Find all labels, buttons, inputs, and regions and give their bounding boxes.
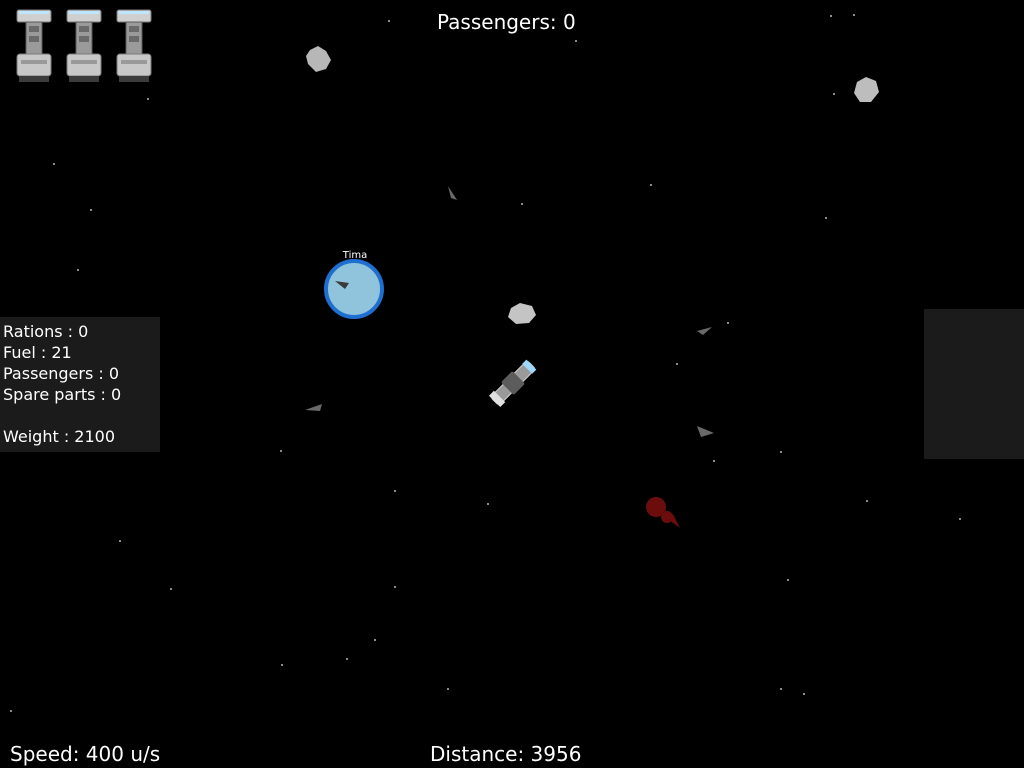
star [833, 93, 835, 95]
star [713, 460, 715, 462]
fuel-stat: Fuel : 21 [3, 343, 72, 362]
star [394, 586, 396, 588]
star [727, 322, 729, 324]
star [853, 14, 855, 16]
star [374, 639, 376, 641]
player-ship[interactable] [488, 358, 537, 408]
star [787, 579, 789, 581]
star [90, 209, 92, 211]
star [825, 217, 827, 219]
star [119, 540, 121, 542]
star [53, 163, 55, 165]
distance-readout: Distance: 3956 [430, 742, 582, 766]
star [521, 203, 523, 205]
spare-parts-stat: Spare parts : 0 [3, 385, 122, 404]
star [346, 658, 348, 660]
star [394, 490, 396, 492]
star [959, 518, 961, 520]
ship-icon [16, 8, 52, 90]
stats-panel: Rations : 0 Fuel : 21 Passengers : 0 Spa… [0, 317, 160, 452]
ship-icon [116, 8, 152, 90]
ship-icon [66, 8, 102, 90]
star [866, 500, 868, 502]
asteroid-2 [854, 77, 879, 102]
star [147, 98, 149, 100]
star [77, 269, 79, 271]
star [575, 40, 577, 42]
star [170, 588, 172, 590]
side-panel [924, 309, 1024, 459]
passengers-counter: Passengers: 0 [437, 10, 576, 34]
planet-tima[interactable] [324, 259, 384, 319]
star [10, 710, 12, 712]
weight-stat: Weight : 2100 [3, 427, 116, 446]
star [281, 664, 283, 666]
star [803, 693, 805, 695]
speed-readout: Speed: 400 u/s [10, 742, 161, 766]
star [650, 184, 652, 186]
star [447, 688, 449, 690]
enemy-red [646, 497, 680, 528]
star [830, 15, 832, 17]
asteroid-1 [306, 46, 331, 72]
asteroid-3 [508, 303, 536, 324]
star [780, 688, 782, 690]
rations-stat: Rations : 0 [3, 322, 89, 341]
planet-label: Tima [342, 250, 368, 261]
passengers-stat: Passengers : 0 [3, 364, 120, 383]
star [280, 450, 282, 452]
star [487, 503, 489, 505]
star [676, 363, 678, 365]
star [780, 451, 782, 453]
star [388, 20, 390, 22]
